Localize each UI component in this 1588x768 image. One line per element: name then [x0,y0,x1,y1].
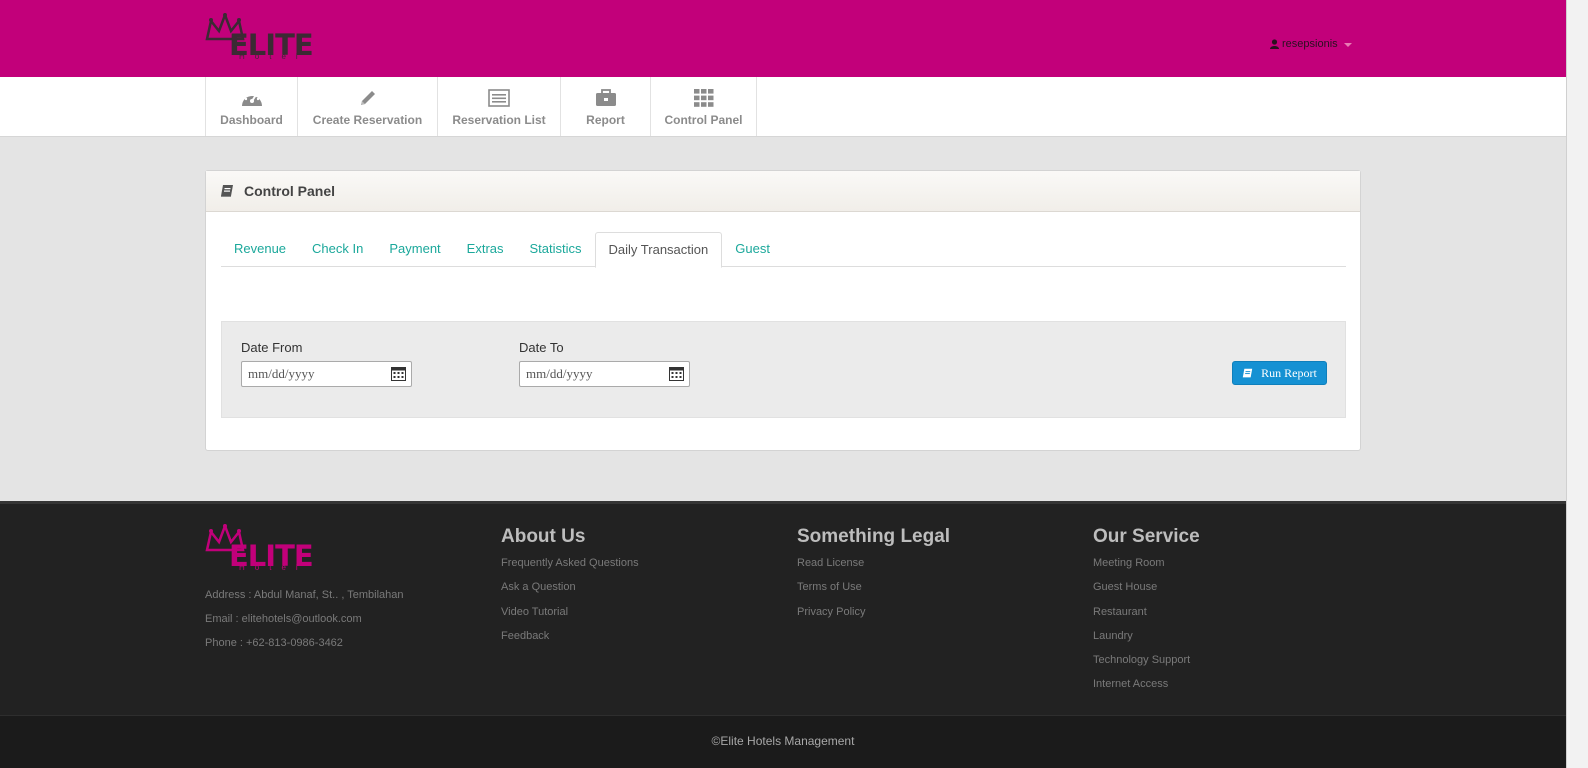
footer-link-guest-house[interactable]: Guest House [1093,582,1200,606]
control-panel-card: Control Panel Revenue Check In Payment E… [205,170,1361,451]
logo-subtext: Hotel [239,52,308,61]
user-icon [1270,39,1279,49]
tab-statistics[interactable]: Statistics [517,232,595,267]
nav-reservation-list[interactable]: Reservation List [437,77,560,136]
footer-about-title: About Us [501,526,586,547]
footer-link-internet-access[interactable]: Internet Access [1093,679,1200,703]
calendar-icon[interactable] [391,366,406,381]
main-nav: Dashboard Create Reservation Reservation… [0,77,1566,137]
tab-extras[interactable]: Extras [454,232,517,267]
footer-about: About Us Frequently Asked Questions Ask … [501,526,639,655]
footer-link-technology-support[interactable]: Technology Support [1093,655,1200,679]
scrollbar[interactable] [1566,0,1588,768]
tab-guest[interactable]: Guest [722,232,783,267]
tab-revenue[interactable]: Revenue [221,232,299,267]
nav-label: Reservation List [452,113,546,127]
caret-down-icon [1343,43,1352,47]
nav-control-panel[interactable]: Control Panel [650,77,757,136]
calendar-icon[interactable] [669,366,684,381]
run-report-button[interactable]: Run Report [1232,361,1327,385]
site-footer: ELITE Hotel Address : Abdul Manaf, St.. … [0,501,1566,715]
footer-email: Email : elitehotels@outlook.com [205,613,362,625]
user-name: resepsionis [1282,38,1338,50]
list-icon [488,89,510,107]
footer-link-read-license[interactable]: Read License [797,557,950,582]
report-tabs: Revenue Check In Payment Extras Statisti… [221,232,1346,268]
user-menu[interactable]: resepsionis [1270,38,1352,50]
panel-header: Control Panel [206,171,1360,212]
date-from-input[interactable]: mm/dd/yyyy [241,361,412,387]
nav-label: Dashboard [220,113,283,127]
panel-title: Control Panel [244,183,336,199]
footer-link-laundry[interactable]: Laundry [1093,630,1200,655]
footer-phone: Phone : +62-813-0986-3462 [205,637,343,649]
date-from-label: Date From [241,340,303,355]
dashboard-icon [241,93,262,106]
footer-link-video-tutorial[interactable]: Video Tutorial [501,606,639,631]
date-to-placeholder: mm/dd/yyyy [526,366,593,381]
tab-daily-transaction[interactable]: Daily Transaction [594,232,723,268]
footer-service: Our Service Meeting Room Guest House Res… [1093,526,1200,704]
footer-link-ask-question[interactable]: Ask a Question [501,582,639,606]
footer-legal: Something Legal Read License Terms of Us… [797,526,950,631]
footer-link-restaurant[interactable]: Restaurant [1093,606,1200,631]
footer-link-terms[interactable]: Terms of Use [797,582,950,606]
footer-logo[interactable]: ELITE Hotel [205,524,317,574]
top-header: ELITE Hotel resepsionis [0,0,1566,77]
footer-legal-title: Something Legal [797,526,951,547]
nav-label: Report [586,113,625,127]
footer-service-title: Our Service [1093,526,1200,547]
book-icon [221,185,233,197]
footer-address: Address : Abdul Manaf, St.. , Tembilahan [205,589,404,601]
nav-create-reservation[interactable]: Create Reservation [297,77,437,136]
nav-report[interactable]: Report [560,77,650,136]
logo-subtext: Hotel [239,563,308,572]
footer-link-meeting-room[interactable]: Meeting Room [1093,557,1200,582]
footer-link-feedback[interactable]: Feedback [501,630,639,655]
copyright-bar: ©Elite Hotels Management [0,715,1566,768]
tab-check-in[interactable]: Check In [299,232,376,267]
date-to-label: Date To [519,340,564,355]
run-report-label: Run Report [1261,365,1317,380]
tab-payment[interactable]: Payment [376,232,453,267]
nav-label: Create Reservation [312,113,423,127]
date-to-input[interactable]: mm/dd/yyyy [519,361,690,387]
book-icon [1242,368,1253,377]
filter-form: Date From mm/dd/yyyy Date To mm/dd/yyyy … [221,321,1346,418]
grid-icon [693,89,713,107]
date-from-placeholder: mm/dd/yyyy [248,366,315,381]
header-logo[interactable]: ELITE Hotel [205,13,317,63]
footer-link-privacy[interactable]: Privacy Policy [797,606,950,631]
nav-label: Control Panel [664,113,743,127]
briefcase-icon [595,89,616,106]
footer-link-faq[interactable]: Frequently Asked Questions [501,557,639,582]
nav-dashboard[interactable]: Dashboard [205,77,297,136]
pencil-icon [360,91,375,105]
